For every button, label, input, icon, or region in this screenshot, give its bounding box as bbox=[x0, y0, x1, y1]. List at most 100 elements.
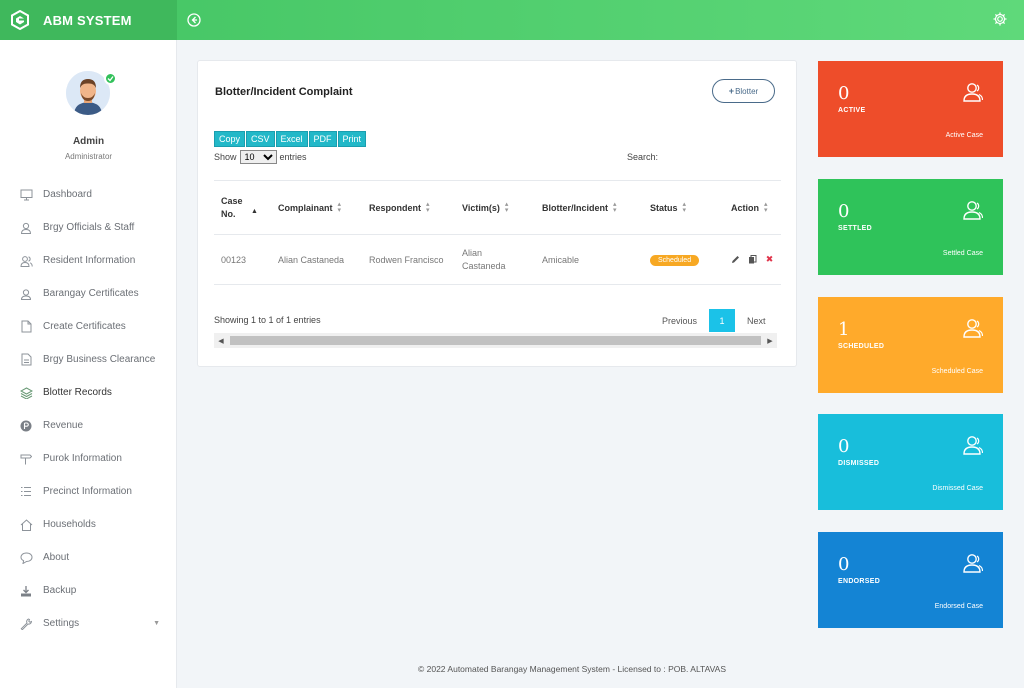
table-row[interactable]: 00123 Alian Castaneda Rodwen Francisco A… bbox=[214, 235, 781, 285]
badge-icon bbox=[19, 287, 33, 301]
sidebar-item-backup[interactable]: Backup bbox=[0, 574, 177, 607]
csv-button[interactable]: CSV bbox=[246, 131, 275, 147]
user-name: Admin bbox=[72, 136, 105, 147]
card-scheduled[interactable]: 1 SCHEDULED Scheduled Case bbox=[818, 297, 1003, 393]
show-label: Show bbox=[214, 152, 237, 162]
peso-icon bbox=[19, 419, 33, 433]
card-dismissed[interactable]: 0 DISMISSED Dismissed Case bbox=[818, 414, 1003, 510]
sidebar-item-purok[interactable]: Purok Information bbox=[0, 442, 177, 475]
user-group-icon bbox=[961, 552, 984, 574]
header-label: Blotter/Incident bbox=[542, 202, 609, 213]
download-icon bbox=[19, 584, 33, 598]
cell-incident: Amicable bbox=[542, 254, 580, 265]
user-role: Administrator bbox=[64, 152, 113, 161]
card-label: SETTLED bbox=[838, 225, 872, 232]
card-value: 0 bbox=[838, 554, 850, 575]
pdf-button[interactable]: PDF bbox=[308, 131, 337, 147]
table-header: Case No. ▲ Complainant ▴ ▾ Respondent ▴ ▾ … bbox=[214, 181, 781, 235]
excel-button[interactable]: Excel bbox=[275, 131, 308, 147]
search-label: Search: bbox=[627, 152, 659, 162]
sidebar: Admin Administrator Dashboard Brgy Offic… bbox=[0, 40, 177, 688]
sort-icon: ▴ ▾ bbox=[613, 200, 617, 214]
sidebar-item-dashboard[interactable]: Dashboard bbox=[0, 178, 177, 211]
card-sub: Scheduled Case bbox=[931, 368, 983, 375]
user-group-icon bbox=[961, 434, 984, 456]
scroll-right-icon[interactable]: ▶ bbox=[763, 333, 777, 348]
delete-icon[interactable]: ✖ bbox=[765, 254, 774, 264]
card-value: 0 bbox=[838, 83, 850, 104]
cell-case-no: 00123 bbox=[221, 254, 247, 265]
add-blotter-button[interactable]: + Blotter bbox=[712, 79, 775, 103]
signpost-icon bbox=[19, 452, 33, 466]
sidebar-item-label: Barangay Certificates bbox=[43, 288, 139, 299]
sidebar-item-residents[interactable]: Resident Information bbox=[0, 244, 177, 277]
chat-icon bbox=[19, 551, 33, 565]
add-blotter-label: Blotter bbox=[735, 86, 759, 96]
sort-icon: ▴ ▾ bbox=[682, 200, 687, 214]
sort-asc-icon: ▲ bbox=[251, 208, 258, 215]
card-active[interactable]: 0 ACTIVE Active Case bbox=[818, 61, 1003, 157]
sidebar-item-about[interactable]: About bbox=[0, 541, 177, 574]
column-header-incident[interactable]: Blotter/Incident ▴ ▾ bbox=[535, 200, 643, 214]
sidebar-toggle-icon[interactable] bbox=[186, 12, 202, 28]
horizontal-scrollbar[interactable]: ◀ ▶ bbox=[214, 333, 777, 348]
user-group-icon bbox=[961, 81, 984, 103]
abm-logo-icon bbox=[10, 9, 30, 31]
entries-select[interactable]: 10 bbox=[239, 150, 277, 164]
column-header-status[interactable]: Status ▴ ▾ bbox=[643, 200, 719, 214]
search-input[interactable] bbox=[663, 148, 775, 164]
gear-icon[interactable] bbox=[992, 11, 1008, 27]
list-icon bbox=[19, 485, 33, 499]
sidebar-item-revenue[interactable]: Revenue bbox=[0, 409, 177, 442]
copy-icon[interactable] bbox=[748, 255, 757, 264]
sidebar-item-label: Resident Information bbox=[43, 255, 136, 266]
monitor-icon bbox=[19, 188, 33, 202]
header-label: Respondent bbox=[369, 202, 422, 213]
sidebar-item-officials[interactable]: Brgy Officials & Staff bbox=[0, 211, 177, 244]
cell-complainant: Alian Castaneda bbox=[278, 254, 345, 265]
card-value: 1 bbox=[838, 319, 850, 340]
card-sub: Settled Case bbox=[942, 250, 983, 257]
card-endorsed[interactable]: 0 ENDORSED Endorsed Case bbox=[818, 532, 1003, 628]
scrollbar-thumb[interactable] bbox=[230, 336, 761, 345]
sidebar-item-precinct[interactable]: Precinct Information bbox=[0, 475, 177, 508]
export-buttons: Copy CSV Excel PDF Print bbox=[214, 131, 367, 147]
top-bar: ABM SYSTEM bbox=[0, 0, 1024, 40]
sidebar-item-create-certificates[interactable]: Create Certificates bbox=[0, 310, 177, 343]
sidebar-item-label: Settings bbox=[43, 618, 80, 629]
next-page-button[interactable]: Next bbox=[739, 309, 774, 332]
card-label: DISMISSED bbox=[838, 460, 880, 467]
column-header-victims[interactable]: Victim(s) ▴ ▾ bbox=[455, 200, 535, 214]
blotter-panel: Blotter/Incident Complaint + Blotter Cop… bbox=[197, 60, 797, 367]
home-icon bbox=[19, 518, 33, 532]
column-header-complainant[interactable]: Complainant ▴ ▾ bbox=[271, 201, 362, 214]
column-header-action[interactable]: Action ▴ ▾ bbox=[719, 201, 781, 214]
brand[interactable]: ABM SYSTEM bbox=[0, 0, 177, 40]
previous-page-button[interactable]: Previous bbox=[654, 309, 705, 332]
column-header-case-no[interactable]: Case No. ▲ bbox=[214, 195, 271, 221]
page-button-current[interactable]: 1 bbox=[709, 309, 736, 332]
sort-icon: ▴ ▾ bbox=[504, 200, 509, 214]
card-label: ENDORSED bbox=[838, 578, 881, 585]
cell-actions: ✖ bbox=[719, 254, 781, 264]
print-button[interactable]: Print bbox=[337, 131, 367, 147]
sidebar-item-label: Brgy Officials & Staff bbox=[43, 222, 135, 233]
sidebar-item-label: Precinct Information bbox=[43, 486, 132, 497]
document-icon bbox=[19, 320, 33, 334]
sidebar-item-label: Households bbox=[43, 519, 96, 530]
edit-icon[interactable] bbox=[731, 255, 740, 264]
sidebar-item-business-clearance[interactable]: Brgy Business Clearance bbox=[0, 343, 177, 376]
card-settled[interactable]: 0 SETTLED Settled Case bbox=[818, 179, 1003, 275]
users-icon bbox=[19, 254, 33, 268]
sidebar-item-settings[interactable]: Settings ▼ bbox=[0, 607, 177, 640]
scroll-left-icon[interactable]: ◀ bbox=[214, 333, 228, 348]
sidebar-item-households[interactable]: Households bbox=[0, 508, 177, 541]
card-label: ACTIVE bbox=[838, 107, 866, 114]
copy-button[interactable]: Copy bbox=[214, 131, 246, 147]
card-sub: Endorsed Case bbox=[934, 603, 983, 610]
card-value: 0 bbox=[838, 201, 850, 222]
header-label: Action bbox=[731, 202, 759, 213]
column-header-respondent[interactable]: Respondent ▴ ▾ bbox=[362, 201, 455, 214]
sidebar-item-blotter-records[interactable]: Blotter Records bbox=[0, 376, 177, 409]
sidebar-item-certificates[interactable]: Barangay Certificates bbox=[0, 277, 177, 310]
